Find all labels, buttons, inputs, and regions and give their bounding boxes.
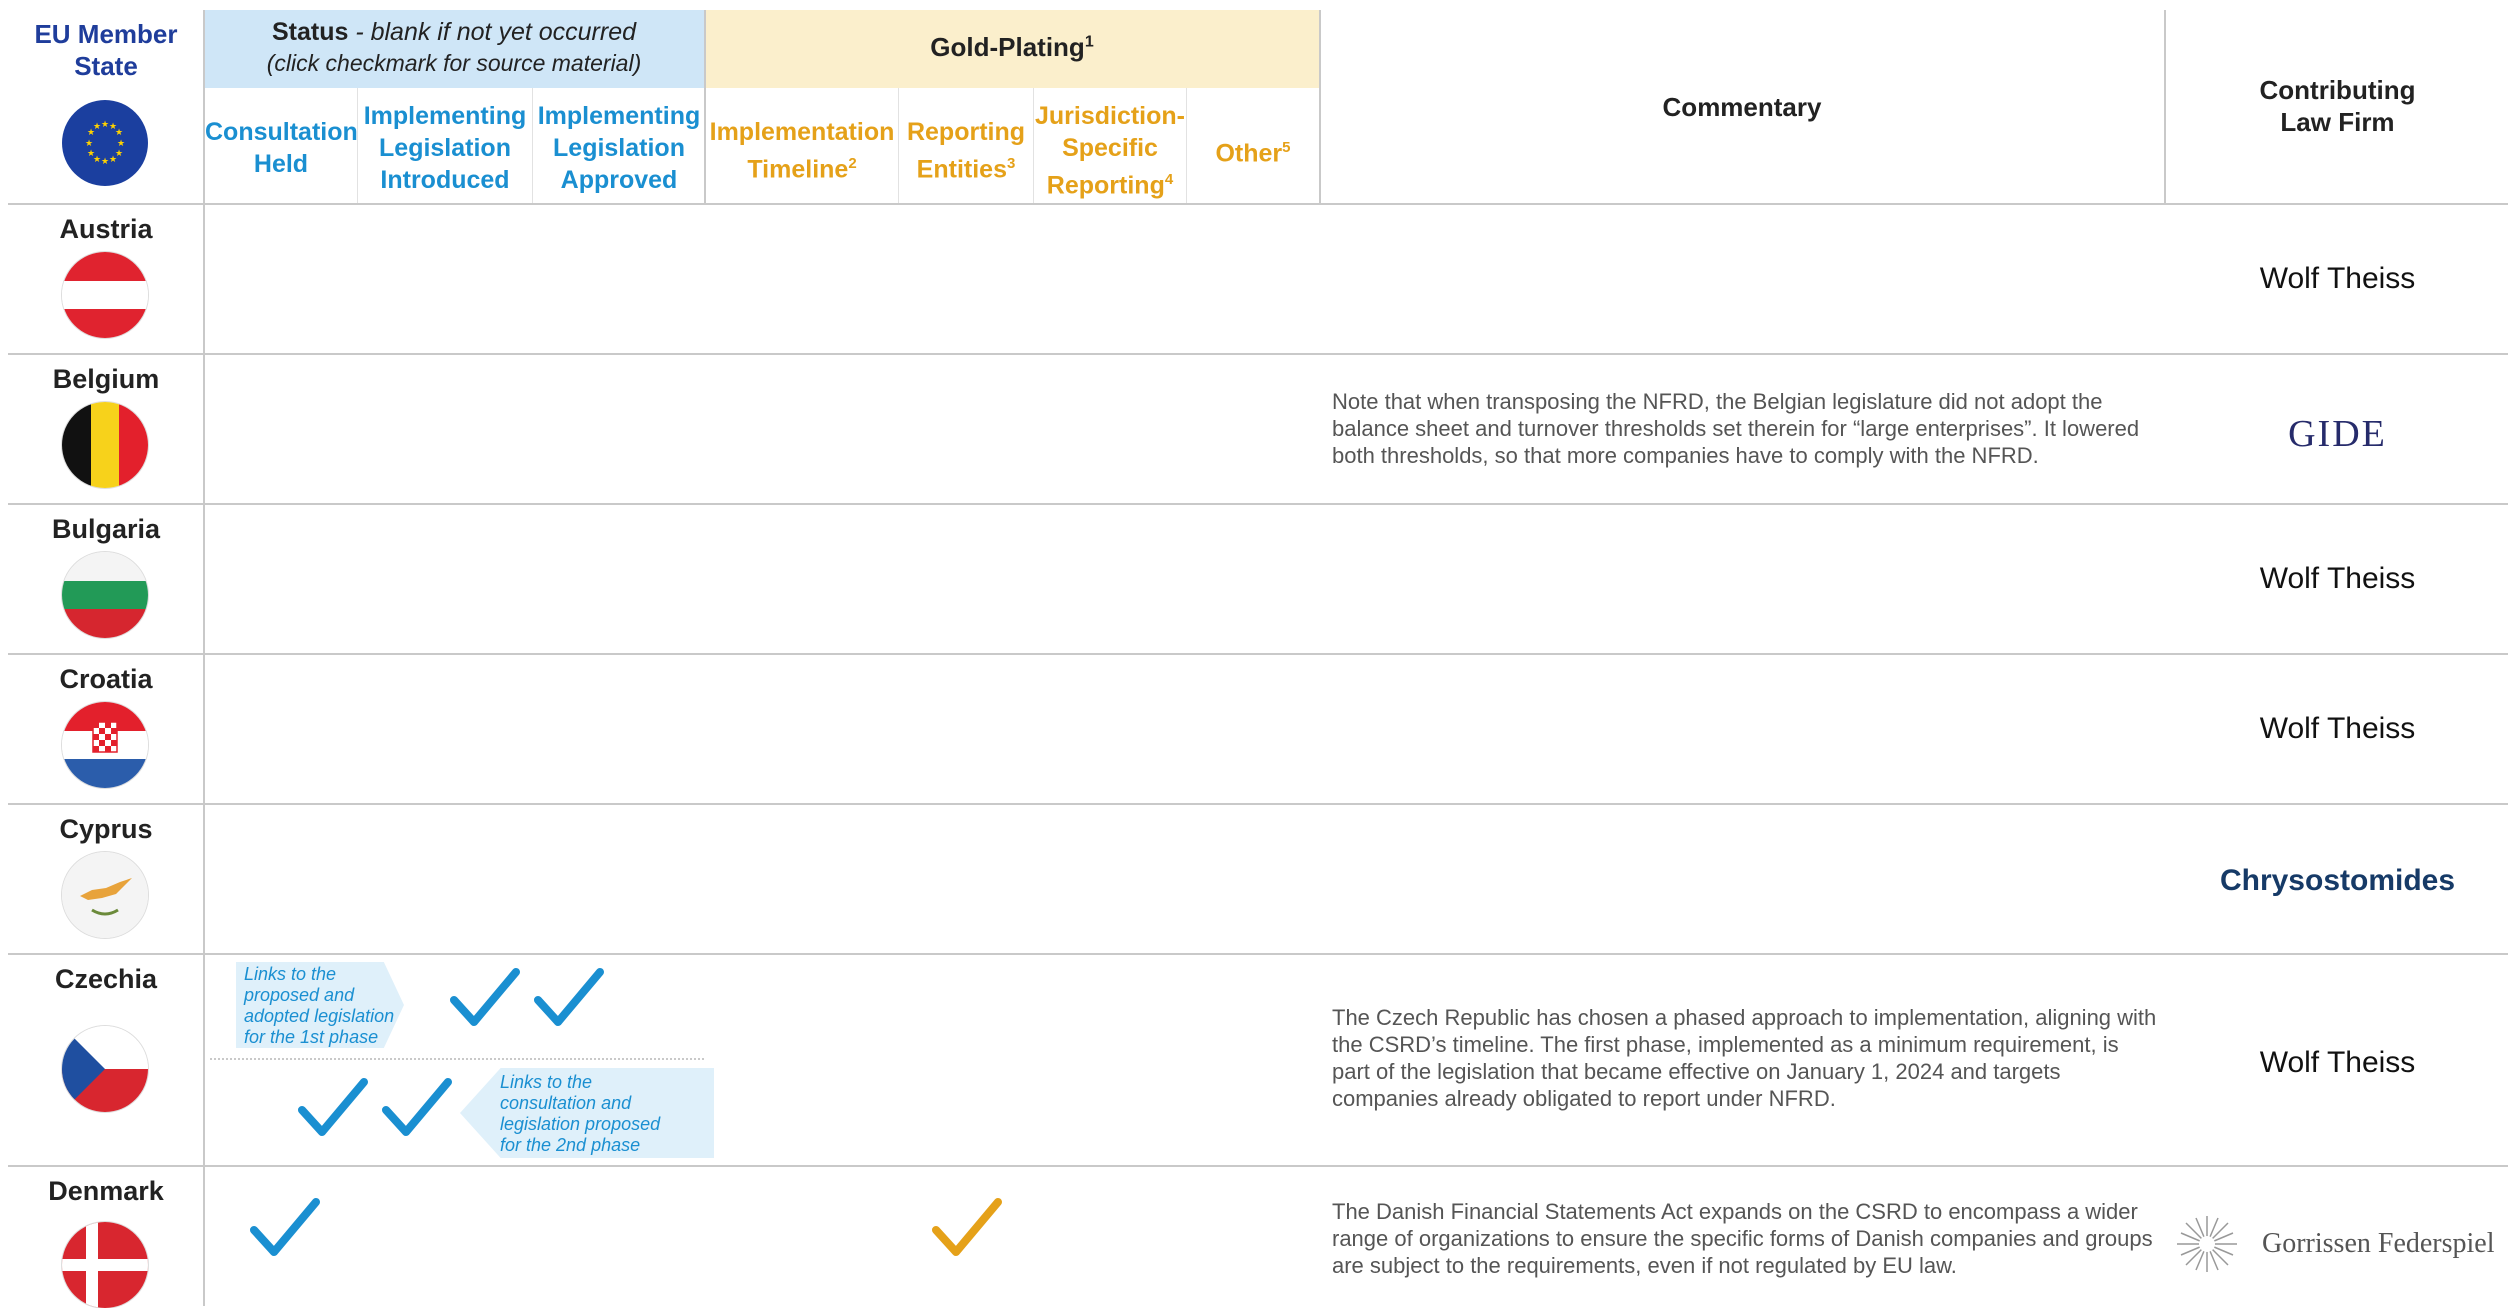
svg-text:★: ★ <box>101 157 109 167</box>
svg-text:★: ★ <box>109 155 117 165</box>
divider <box>1186 88 1187 204</box>
divider <box>357 88 358 204</box>
commentary-header: Commentary <box>1662 92 1822 122</box>
divider <box>8 803 2508 805</box>
country-name: Croatia <box>59 664 153 694</box>
law-firm-logo: Wolf Theiss <box>2259 262 2416 295</box>
country-name: Cyprus <box>59 814 153 844</box>
col-legislation-approved: Implementing Legislation Approved <box>537 102 701 194</box>
divider <box>532 88 533 204</box>
eu-flag-icon: ★ ★ ★ ★ ★ ★ ★ ★ ★ ★ ★ ★ <box>62 100 148 186</box>
consultation-held-check-icon[interactable] <box>250 1196 320 1265</box>
law-firm-logo: Chrysostomides <box>2219 864 2456 897</box>
svg-text:★: ★ <box>85 139 93 149</box>
col-legislation-introduced: Implementing Legislation Introduced <box>363 102 527 194</box>
svg-text:★: ★ <box>93 122 101 132</box>
country-name: Austria <box>59 214 153 244</box>
gorrissen-sun-icon <box>2172 1214 2242 1279</box>
law-firm-logo: Gorrissen Federspiel <box>2262 1228 2495 1259</box>
law-firm-logo: GIDE <box>2288 413 2387 455</box>
legislation-approved-check-icon[interactable] <box>534 966 604 1035</box>
law-firm-logo: Wolf Theiss <box>2259 562 2416 595</box>
divider <box>8 203 2508 205</box>
svg-text:★: ★ <box>101 120 109 130</box>
phase-divider <box>210 1058 704 1060</box>
austria-flag-icon <box>62 252 148 338</box>
commentary-text: The Czech Republic has chosen a phased a… <box>1332 1005 2157 1111</box>
divider <box>2164 10 2166 204</box>
phase-1-links-callout[interactable]: Links to the proposed and adopted legislat… <box>236 962 404 1048</box>
commentary-text: The Danish Financial Statements Act expa… <box>1332 1199 2153 1278</box>
law-firm-header: Contributing Law Firm <box>2259 75 2416 137</box>
eu-member-state-header: EU Member State <box>34 19 178 81</box>
croatia-flag-icon <box>62 702 148 788</box>
divider <box>8 1165 2508 1167</box>
law-firm-logo: Wolf Theiss <box>2259 712 2416 745</box>
consultation-held-check-icon[interactable] <box>298 1076 368 1145</box>
svg-text:★: ★ <box>115 128 123 138</box>
divider <box>8 653 2508 655</box>
divider <box>8 353 2508 355</box>
col-other: Other5 <box>1215 139 1291 168</box>
reporting-entities-check-icon[interactable] <box>932 1196 1002 1265</box>
bulgaria-flag-icon <box>62 552 148 638</box>
gold-plating-title: Gold-Plating1 <box>930 32 1094 62</box>
country-name: Belgium <box>52 364 160 394</box>
phase-2-links-callout[interactable]: Links to the consultation and legislation … <box>460 1068 714 1158</box>
status-title: Status - blank if not yet occurred <box>271 18 637 46</box>
status-subtitle: (click checkmark for source material) <box>266 50 642 76</box>
svg-text:★: ★ <box>117 139 125 149</box>
cyprus-flag-icon <box>62 852 148 938</box>
divider <box>1033 88 1034 204</box>
law-firm-logo: Wolf Theiss <box>2259 1046 2416 1079</box>
country-name: Czechia <box>54 964 158 994</box>
divider <box>898 88 899 204</box>
divider <box>1319 10 1321 204</box>
divider <box>8 503 2508 505</box>
col-implementation-timeline: Implementation Timeline2 <box>709 118 895 184</box>
belgium-flag-icon <box>62 402 148 488</box>
czechia-flag-icon <box>62 1026 148 1112</box>
col-jurisdiction-specific: Jurisdiction- Specific Reporting4 <box>1034 102 1185 200</box>
col-reporting-entities: Reporting Entities3 <box>906 118 1026 184</box>
legislation-introduced-check-icon[interactable] <box>382 1076 452 1145</box>
country-name: Bulgaria <box>51 514 161 544</box>
svg-text:★: ★ <box>87 149 95 159</box>
divider <box>704 10 706 204</box>
divider <box>8 953 2508 955</box>
country-name: Denmark <box>48 1176 164 1206</box>
col-consultation-held: Consultation Held <box>205 118 358 178</box>
legislation-introduced-check-icon[interactable] <box>450 966 520 1035</box>
denmark-flag-icon <box>62 1222 148 1308</box>
commentary-text: Note that when transposing the NFRD, the… <box>1332 389 2140 468</box>
